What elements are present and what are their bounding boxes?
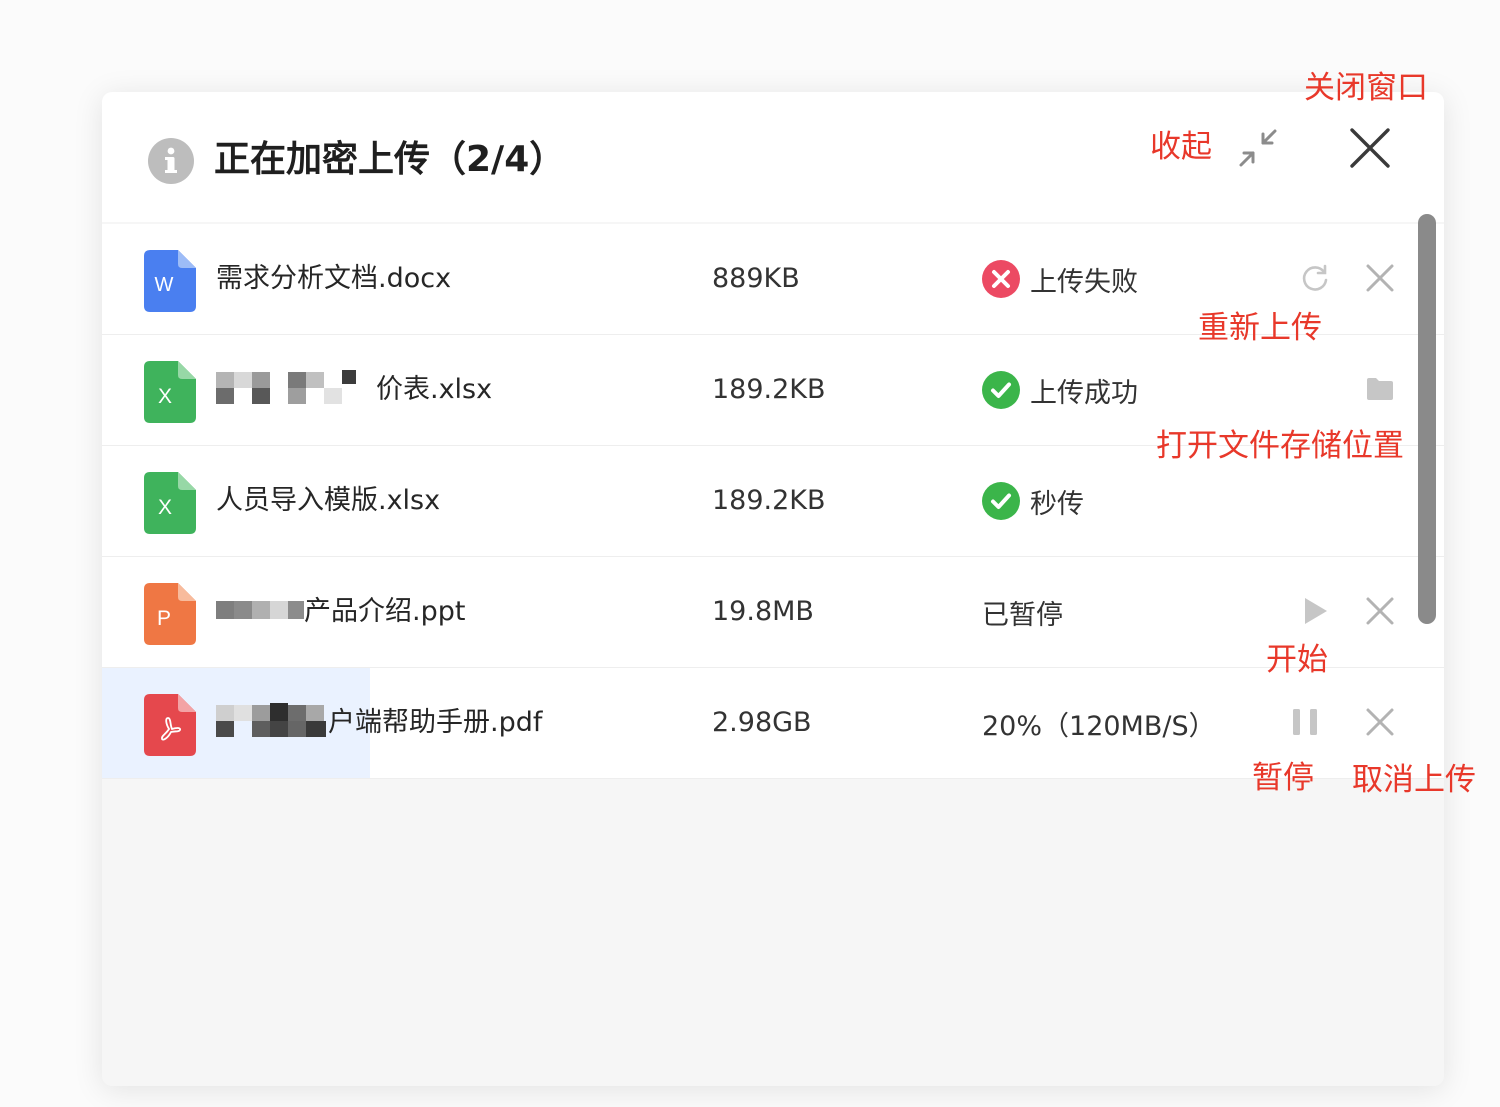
- annotation-reupload: 重新上传: [1198, 310, 1322, 346]
- cancel-button[interactable]: [1357, 255, 1403, 301]
- annotation-cancel-upload: 取消上传: [1352, 762, 1476, 798]
- annotation-pause: 暂停: [1252, 760, 1314, 796]
- status-text: 已暂停: [982, 599, 1063, 631]
- word-file-icon: W: [144, 250, 196, 312]
- x-icon: [1366, 264, 1394, 292]
- annotation-start: 开始: [1266, 642, 1328, 678]
- file-name: 人员导入模版.xlsx: [216, 485, 441, 516]
- svg-text:X: X: [158, 496, 172, 519]
- upload-status: 秒传: [982, 446, 1084, 556]
- x-icon: [1366, 597, 1394, 625]
- pause-button[interactable]: [1282, 699, 1328, 745]
- file-name: 产品介绍.ppt: [216, 557, 465, 667]
- open-location-button[interactable]: [1357, 366, 1403, 412]
- pause-icon: [1293, 709, 1317, 735]
- file-size: 2.98GB: [712, 707, 812, 738]
- svg-text:W: W: [155, 274, 174, 296]
- upload-dialog: 正在加密上传（2/4） W 需求分析文档.docx 889KB 上传失败 X 价…: [102, 92, 1444, 1086]
- file-size: 189.2KB: [712, 485, 826, 516]
- status-text: 20%（120MB/S）: [982, 710, 1216, 742]
- x-icon: [1366, 708, 1394, 736]
- ppt-file-icon: P: [144, 583, 196, 645]
- cancel-button[interactable]: [1357, 588, 1403, 634]
- file-size: 889KB: [712, 263, 800, 294]
- file-size: 189.2KB: [712, 374, 826, 405]
- folder-icon: [1367, 378, 1393, 400]
- error-icon: [982, 260, 1020, 298]
- cancel-upload-button[interactable]: [1357, 699, 1403, 745]
- status-text: 上传失败: [1030, 266, 1138, 298]
- collapse-icon: [1239, 129, 1277, 167]
- success-icon: [982, 371, 1020, 409]
- excel-file-icon: X: [144, 472, 196, 534]
- upload-status: 上传成功: [982, 335, 1138, 445]
- annotation-open-location: 打开文件存储位置: [1156, 428, 1404, 464]
- file-size: 19.8MB: [712, 596, 814, 627]
- file-name: 价表.xlsx: [216, 335, 492, 445]
- annotation-close-window: 关闭窗口: [1304, 70, 1428, 106]
- excel-file-icon: X: [144, 361, 196, 423]
- pdf-file-icon: [144, 694, 196, 756]
- dialog-title: 正在加密上传（2/4）: [214, 139, 566, 180]
- refresh-icon: [1302, 264, 1328, 291]
- blurred-text: [216, 702, 328, 739]
- close-icon: [1350, 128, 1390, 168]
- svg-text:X: X: [158, 385, 172, 408]
- reupload-button[interactable]: [1292, 255, 1338, 301]
- upload-status: 上传失败: [982, 224, 1138, 334]
- info-icon: [148, 138, 194, 184]
- status-text: 秒传: [1030, 488, 1084, 520]
- dialog-header: 正在加密上传（2/4）: [102, 92, 1444, 222]
- file-name: 需求分析文档.docx: [216, 263, 452, 294]
- blurred-text: [216, 600, 304, 619]
- upload-status: 20%（120MB/S）: [982, 668, 1216, 778]
- blurred-text: [216, 369, 376, 406]
- play-icon: [1305, 598, 1327, 624]
- collapse-button[interactable]: [1236, 126, 1280, 170]
- upload-status: 已暂停: [982, 557, 1063, 667]
- status-text: 上传成功: [1030, 377, 1138, 409]
- file-row: P 产品介绍.ppt 19.8MB 已暂停: [102, 557, 1444, 668]
- success-icon: [982, 482, 1020, 520]
- start-button[interactable]: [1292, 588, 1338, 634]
- svg-text:P: P: [157, 607, 171, 630]
- close-window-button[interactable]: [1347, 125, 1393, 171]
- file-name: 户端帮助手册.pdf: [216, 668, 542, 778]
- scrollbar[interactable]: [1418, 214, 1436, 624]
- annotation-collapse: 收起: [1150, 129, 1212, 165]
- file-row: 户端帮助手册.pdf 2.98GB 20%（120MB/S）: [102, 668, 1444, 779]
